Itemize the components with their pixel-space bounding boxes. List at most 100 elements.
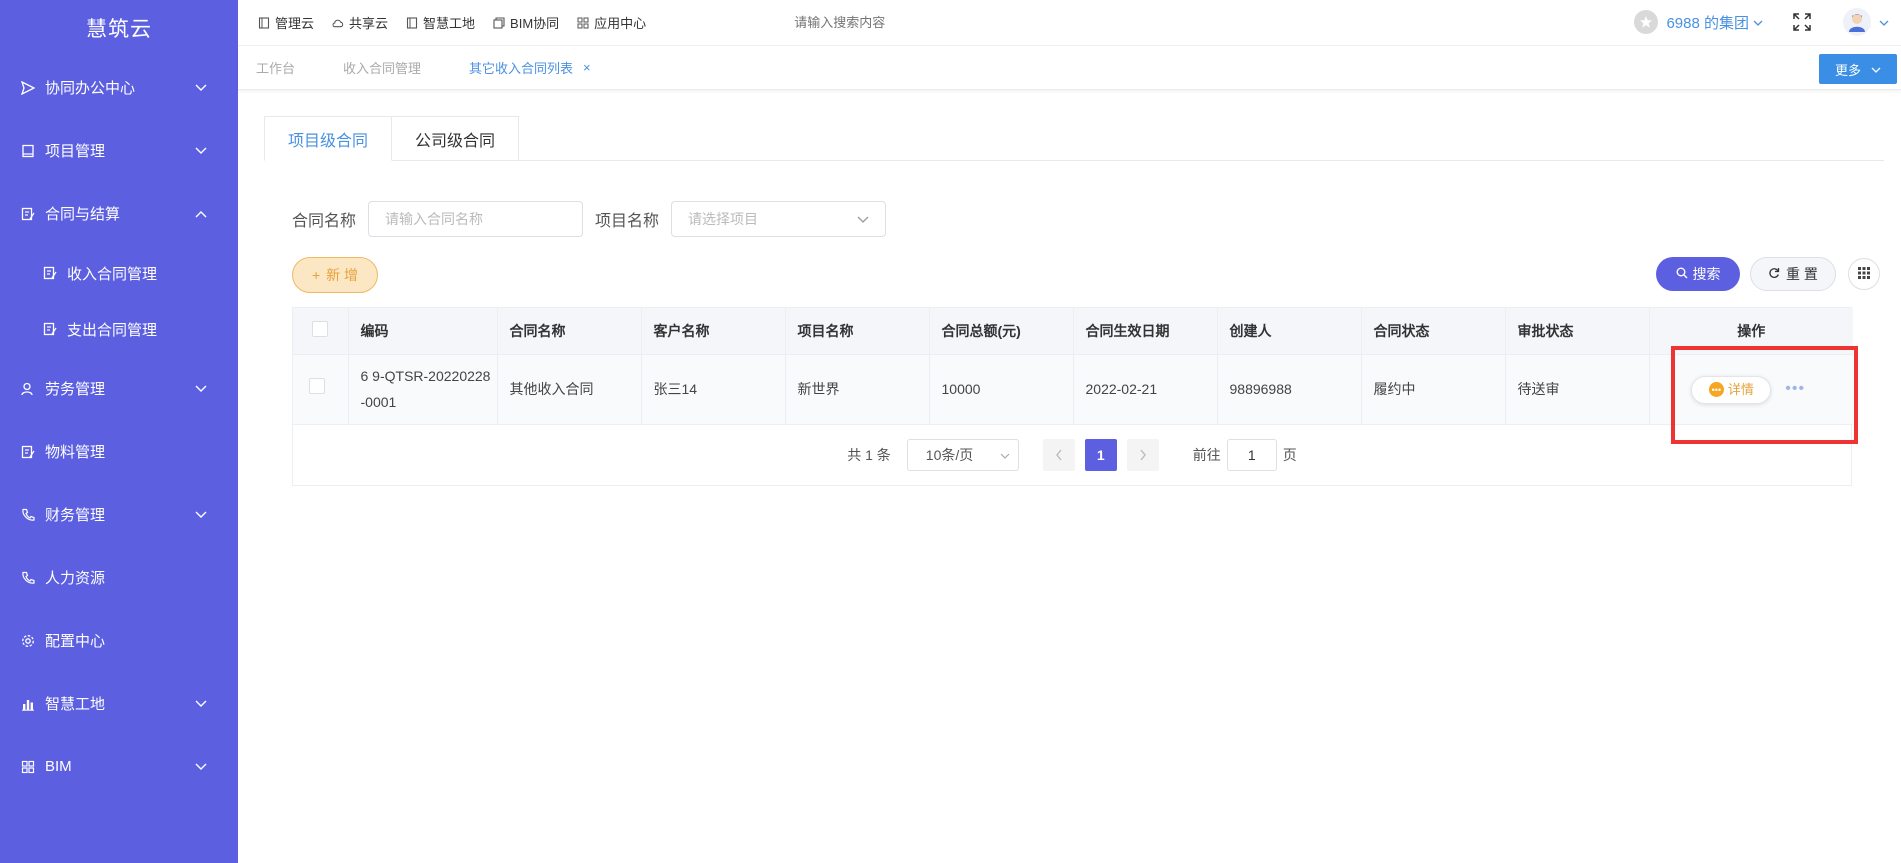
column-header: 审批状态 (1505, 308, 1650, 355)
sidebar-item-label: 物料管理 (45, 444, 106, 461)
column-header: 创建人 (1217, 308, 1362, 355)
cell-contract-status: 履约中 (1361, 354, 1506, 425)
next-page-button[interactable] (1126, 438, 1159, 471)
project-name-select[interactable]: 请选择项目 (671, 201, 887, 237)
add-button[interactable]: + 新 增 (292, 257, 378, 293)
send-icon (20, 80, 36, 96)
row-checkbox[interactable] (309, 378, 326, 394)
search-button[interactable]: 搜索 (1656, 257, 1740, 291)
more-button[interactable]: 更多 (1819, 54, 1897, 84)
tag-other-income-contract-list[interactable]: 其它收入合同列表 × (469, 58, 591, 77)
chevron-down-icon (194, 760, 208, 774)
sidebar-item-smart-site[interactable]: 智慧工地 (0, 672, 238, 735)
cell-effective-date: 2022-02-21 (1073, 354, 1218, 425)
chevron-down-icon (194, 697, 208, 711)
phone-icon (20, 570, 36, 586)
contract-table: 编码 合同名称 客户名称 项目名称 合同总额(元) 合同生效日期 创建人 合同状… (292, 307, 1853, 486)
sidebar-item-label: 劳务管理 (45, 381, 106, 398)
chevron-down-icon (857, 211, 869, 227)
goto-page-input[interactable]: 1 (1226, 438, 1277, 471)
user-avatar[interactable] (1843, 8, 1871, 36)
column-header: 项目名称 (785, 308, 930, 355)
cell-contract-name: 其他收入合同 (497, 354, 642, 425)
chevron-down-icon[interactable] (1879, 14, 1889, 30)
chevron-up-icon (194, 207, 208, 221)
sidebar-item-hr[interactable]: 人力资源 (0, 546, 238, 609)
fullscreen-icon[interactable] (1791, 11, 1813, 33)
sidebar-item-label: 项目管理 (45, 143, 106, 160)
topnav-app-center[interactable]: 应用中心 (577, 13, 646, 32)
tags-view-bar: 工作台 收入合同管理 其它收入合同列表 × 更多 (238, 46, 1901, 90)
reset-button[interactable]: 重 置 (1750, 257, 1836, 291)
more-actions-icon[interactable]: ••• (1785, 380, 1805, 397)
project-name-placeholder: 请选择项目 (688, 211, 759, 227)
prev-page-button[interactable] (1042, 438, 1075, 471)
sidebar-item-expense-contract[interactable]: 支出合同管理 (0, 301, 238, 357)
chevron-down-icon (1871, 62, 1881, 77)
sidebar-item-income-contract[interactable]: 收入合同管理 (0, 245, 238, 301)
edit-doc-icon (42, 265, 58, 281)
table-header-row: 编码 合同名称 客户名称 项目名称 合同总额(元) 合同生效日期 创建人 合同状… (293, 308, 1853, 355)
sidebar-item-project-mgmt[interactable]: 项目管理 (0, 119, 238, 182)
topnav-smart-site[interactable]: 智慧工地 (406, 13, 475, 32)
tag-workbench[interactable]: 工作台 (256, 58, 295, 77)
sidebar-item-config-center[interactable]: 配置中心 (0, 609, 238, 672)
reset-button-label: 重 置 (1786, 266, 1818, 282)
action-bar: + 新 增 搜索 重 置 (292, 257, 1884, 293)
select-all-checkbox[interactable] (312, 321, 329, 338)
tag-label: 收入合同管理 (343, 61, 422, 76)
topnav-management-cloud[interactable]: 管理云 (258, 13, 314, 32)
cloud-icon (332, 17, 344, 29)
topnav-label: 智慧工地 (423, 16, 476, 31)
refresh-icon (1768, 266, 1780, 282)
search-button-label: 搜索 (1692, 266, 1721, 282)
filter-bar: 合同名称 请输入合同名称 项目名称 请选择项目 (292, 201, 1884, 237)
more-dots-icon: ••• (1708, 382, 1724, 397)
app-logo: 慧筑云 (86, 18, 152, 41)
contract-level-tabs: 项目级合同 公司级合同 (264, 116, 1884, 161)
tag-income-contract-mgmt[interactable]: 收入合同管理 (343, 58, 421, 77)
sidebar-item-label: 配置中心 (45, 633, 106, 650)
tab-company-level-contract[interactable]: 公司级合同 (392, 116, 520, 161)
users-icon (20, 381, 36, 397)
sidebar-item-finance-mgmt[interactable]: 财务管理 (0, 483, 238, 546)
row-select-cell (293, 354, 349, 425)
group-switcher[interactable]: 6988 的集团 (1666, 12, 1749, 33)
topnav-share-cloud[interactable]: 共享云 (332, 13, 388, 32)
gear-icon (20, 633, 36, 649)
column-header: 合同总额(元) (929, 308, 1074, 355)
cell-approval-status: 待送审 (1505, 354, 1650, 425)
sidebar-item-bim[interactable]: BIM (0, 735, 238, 798)
main-area: 管理云 共享云 智慧工地 BIM协同 应用中心 6988 的集团 (238, 0, 1901, 863)
tab-project-level-contract[interactable]: 项目级合同 (264, 116, 393, 161)
tag-label: 其它收入合同列表 (469, 61, 574, 76)
sidebar: 慧筑云 协同办公中心 项目管理 合同与结算 收入合同管理 支出合同管理 劳务管理… (0, 0, 238, 863)
topnav-bim-collab[interactable]: BIM协同 (493, 13, 559, 32)
pagination-total: 共 1 条 (847, 446, 891, 463)
sidebar-item-labor-mgmt[interactable]: 劳务管理 (0, 357, 238, 420)
topnav-label: 应用中心 (594, 16, 647, 31)
page-size-select[interactable]: 10条/页 (906, 438, 1019, 471)
close-icon[interactable]: × (583, 60, 591, 75)
contract-name-input[interactable]: 请输入合同名称 (368, 201, 584, 237)
chevron-down-icon (194, 81, 208, 95)
tag-label: 工作台 (256, 61, 296, 76)
column-header: 操作 (1649, 308, 1853, 355)
detail-button[interactable]: ••• 详情 (1691, 375, 1772, 404)
pagination: 共 1 条 10条/页 1 前往 1 页 (293, 424, 1851, 485)
column-settings-button[interactable] (1848, 258, 1880, 290)
project-name-label: 项目名称 (595, 213, 660, 230)
topnav-label: 管理云 (275, 16, 315, 31)
page-number-current[interactable]: 1 (1084, 438, 1117, 471)
global-search-input[interactable] (794, 15, 1095, 30)
sidebar-item-material-mgmt[interactable]: 物料管理 (0, 420, 238, 483)
top-navbar: 管理云 共享云 智慧工地 BIM协同 应用中心 6988 的集团 (238, 0, 1901, 46)
sidebar-item-label: 财务管理 (45, 507, 106, 524)
select-all-cell (293, 308, 349, 355)
sidebar-item-collab-office[interactable]: 协同办公中心 (0, 56, 238, 119)
grid-icon (577, 17, 589, 29)
sidebar-item-contract-settlement[interactable]: 合同与结算 (0, 182, 238, 245)
column-header: 编码 (348, 308, 498, 355)
cell-operations: ••• 详情 ••• (1649, 354, 1853, 425)
chevron-down-icon[interactable] (1753, 14, 1763, 30)
